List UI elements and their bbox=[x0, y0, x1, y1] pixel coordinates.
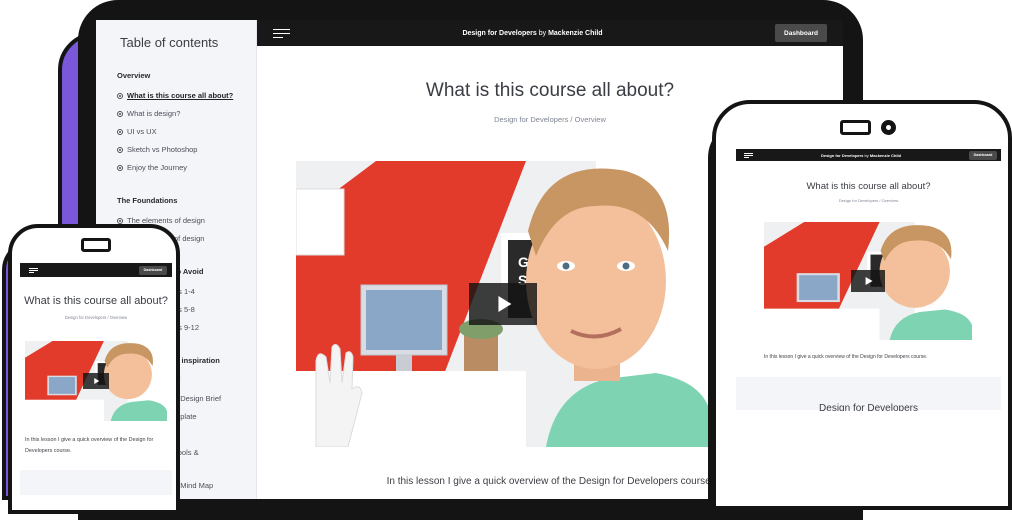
footer-panel bbox=[20, 470, 172, 495]
nav-title: Design for Developers by Mackenzie Child bbox=[290, 30, 775, 37]
laptop-navbar: Design for Developers by Mackenzie Child… bbox=[257, 20, 843, 46]
breadcrumb: Design for Developers / Overview bbox=[736, 198, 1001, 203]
phone-navbar: Dashboard bbox=[20, 263, 172, 277]
speaker-icon bbox=[81, 238, 111, 252]
nav-by: by bbox=[538, 29, 547, 37]
play-icon[interactable] bbox=[83, 373, 109, 389]
bullet-icon bbox=[117, 217, 123, 224]
video-player[interactable] bbox=[764, 222, 972, 340]
toc-item-label: What is design? bbox=[127, 109, 181, 118]
breadcrumb: Design for Developers / Overview bbox=[20, 315, 172, 320]
page-title: What is this course all about? bbox=[425, 80, 675, 101]
course-author: Mackenzie Child bbox=[548, 29, 603, 37]
toc-item[interactable]: n Design Brief bbox=[174, 394, 221, 403]
toc-item[interactable]: UI vs UX bbox=[117, 127, 157, 136]
breadcrumb-separator: / bbox=[107, 315, 109, 320]
breadcrumb-section[interactable]: Overview bbox=[110, 315, 127, 320]
menu-icon[interactable] bbox=[29, 267, 38, 273]
menu-icon[interactable] bbox=[273, 28, 290, 38]
breadcrumb-course[interactable]: Design for Developers bbox=[839, 198, 879, 203]
camera-icon bbox=[881, 120, 896, 135]
breadcrumb-course[interactable]: Design for Developers bbox=[65, 315, 106, 320]
toc-title: Table of contents bbox=[120, 35, 219, 50]
bullet-icon bbox=[117, 128, 123, 135]
lesson-description-line: Developers course. bbox=[25, 448, 72, 454]
page-title: What is this course all about? bbox=[806, 181, 931, 192]
bullet-icon bbox=[117, 146, 123, 153]
toc-item[interactable]: of design bbox=[174, 234, 204, 243]
video-player[interactable]: GET SHIT bbox=[296, 161, 710, 447]
tablet-navbar: Design for Developers by Mackenzie Child… bbox=[736, 149, 1001, 161]
course-author: Mackenzie Child bbox=[869, 152, 902, 158]
toc-item-label: What is this course all about? bbox=[127, 91, 234, 100]
bullet-icon bbox=[117, 110, 123, 117]
nav-title: Design for Developers by Mackenzie Child bbox=[753, 153, 969, 158]
lesson-description-line: In this lesson I give a quick overview o… bbox=[25, 437, 154, 443]
toc-item[interactable]: What is design? bbox=[117, 109, 180, 118]
play-icon[interactable] bbox=[469, 283, 537, 325]
breadcrumb-separator: / bbox=[879, 198, 881, 203]
bullet-icon bbox=[117, 164, 123, 171]
toc-section: & inspiration bbox=[174, 356, 220, 365]
breadcrumb-separator: / bbox=[570, 115, 573, 124]
toc-item-label: Enjoy the Journey bbox=[127, 163, 188, 172]
toc-section-overview: Overview bbox=[117, 71, 151, 80]
footer-title: Design for Developers bbox=[819, 403, 918, 411]
breadcrumb-section[interactable]: Overview bbox=[882, 198, 899, 203]
menu-icon[interactable] bbox=[744, 152, 753, 158]
course-title: Design for Developers bbox=[462, 29, 537, 37]
toc-item-label: n Design Brief bbox=[174, 394, 222, 403]
breadcrumb-section[interactable]: Overview bbox=[575, 115, 606, 124]
toc-item-label: of design bbox=[174, 234, 205, 243]
toc-item-label: UI vs UX bbox=[127, 127, 157, 136]
dashboard-button[interactable]: Dashboard bbox=[775, 24, 827, 42]
play-icon[interactable] bbox=[851, 270, 885, 292]
speaker-icon bbox=[840, 120, 871, 135]
dashboard-button[interactable]: Dashboard bbox=[139, 265, 167, 275]
video-player[interactable] bbox=[25, 341, 167, 421]
toc-item[interactable]: Sketch vs Photoshop bbox=[117, 145, 197, 154]
bullet-icon bbox=[117, 92, 123, 99]
toc-item-label: Sketch vs Photoshop bbox=[127, 145, 198, 154]
toc-item[interactable]: What is this course all about? bbox=[117, 91, 233, 100]
course-title: Design for Developers bbox=[820, 152, 864, 158]
breadcrumb-course[interactable]: Design for Developers bbox=[494, 115, 568, 124]
lesson-description: In this lesson I give a quick overview o… bbox=[764, 354, 928, 360]
toc-item[interactable]: Enjoy the Journey bbox=[117, 163, 187, 172]
page-title: What is this course all about? bbox=[24, 295, 168, 307]
lesson-description: In this lesson I give a quick overview o… bbox=[25, 435, 165, 457]
dashboard-button[interactable]: Dashboard bbox=[969, 150, 997, 160]
nav-by: by bbox=[864, 152, 869, 158]
toc-section-foundations: The Foundations bbox=[117, 196, 178, 205]
